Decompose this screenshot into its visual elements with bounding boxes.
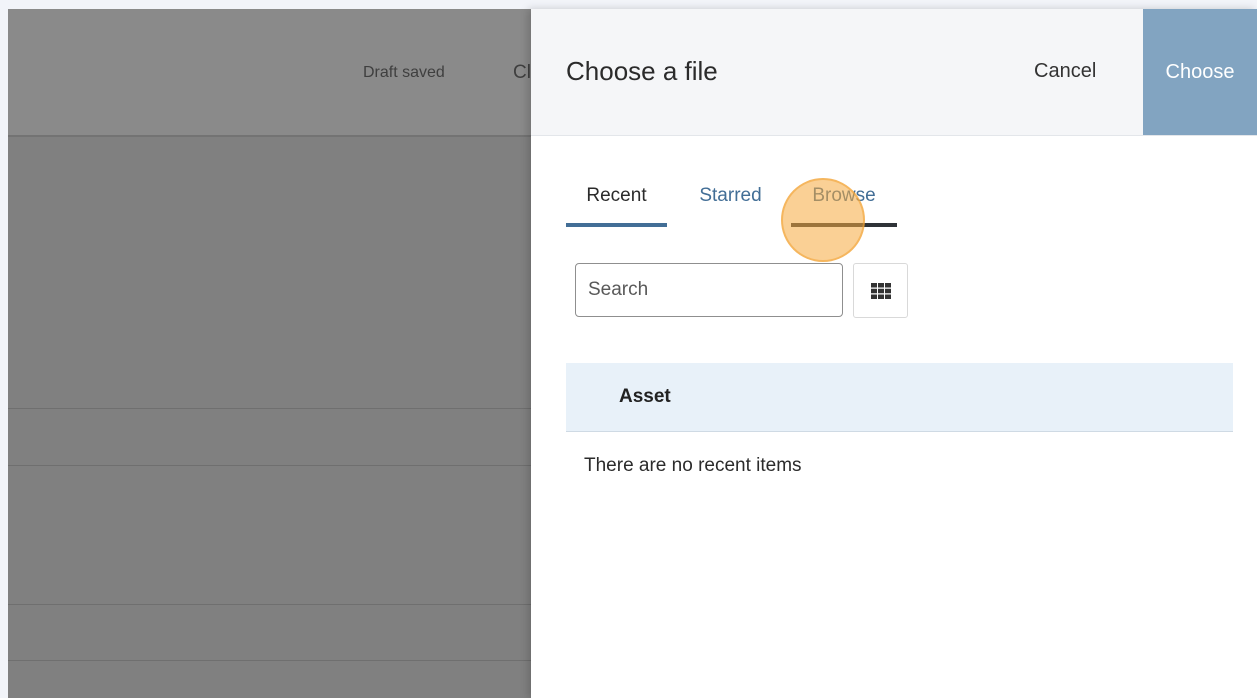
background-close-button: Cl [513, 62, 531, 83]
empty-state-message: There are no recent items [584, 455, 802, 476]
background-divider [8, 660, 548, 661]
background-header: Draft saved Cl [8, 9, 548, 137]
grid-view-button[interactable] [853, 263, 908, 318]
search-input[interactable] [575, 263, 843, 317]
tab-starred[interactable]: Starred [683, 185, 778, 227]
grid-icon [870, 282, 891, 299]
file-chooser-drawer: Choose a file Cancel Choose Recent Starr… [531, 9, 1257, 698]
background-divider [8, 604, 548, 605]
background-divider [8, 465, 548, 466]
background-divider [8, 408, 548, 409]
tab-recent[interactable]: Recent [566, 185, 667, 227]
tab-browse[interactable]: Browse [791, 185, 897, 227]
draft-status: Draft saved [363, 64, 445, 81]
background-editor-overlay: Draft saved Cl [8, 9, 548, 698]
cancel-button[interactable]: Cancel [1034, 60, 1096, 83]
drawer-header: Choose a file Cancel Choose [531, 9, 1257, 136]
column-header-asset: Asset [619, 386, 671, 407]
drawer-title: Choose a file [566, 56, 718, 86]
table-header: Asset [566, 363, 1233, 432]
choose-button[interactable]: Choose [1143, 9, 1257, 135]
